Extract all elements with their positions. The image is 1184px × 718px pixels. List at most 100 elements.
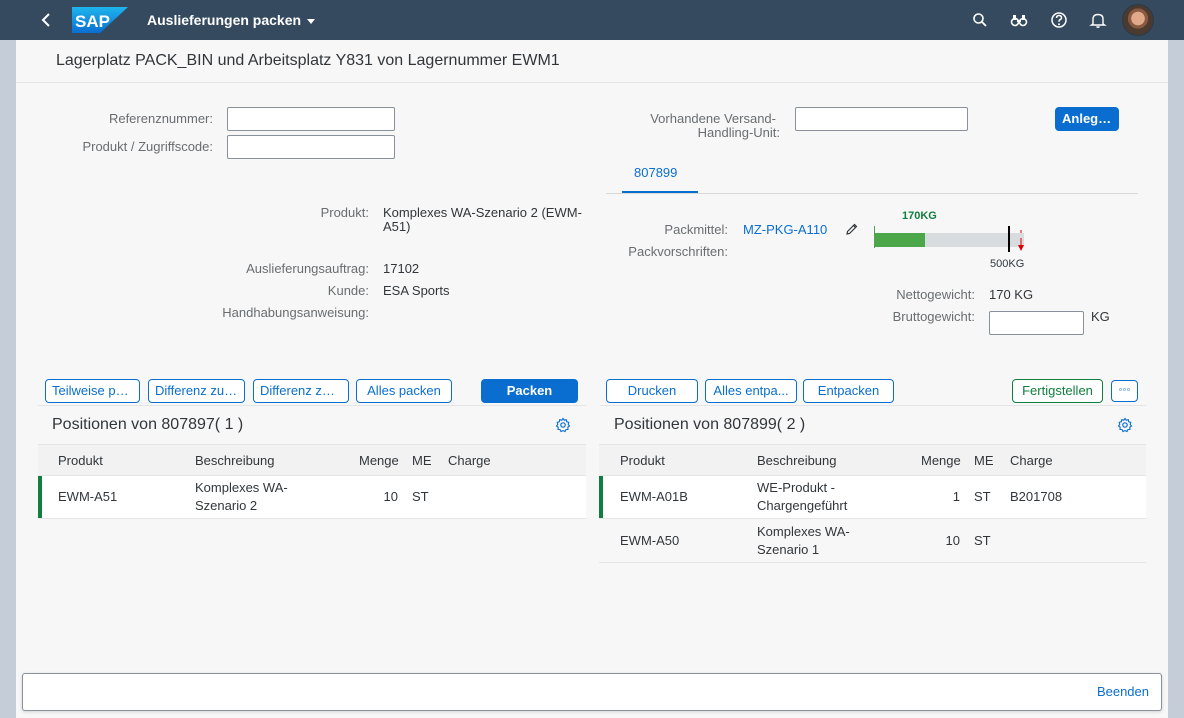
help-icon[interactable] bbox=[1050, 11, 1068, 29]
page-title: Lagerplatz PACK_BIN und Arbeitsplatz Y83… bbox=[56, 52, 560, 69]
cell-description-line1: Komplexes WA- bbox=[757, 524, 850, 539]
gross-weight-label: Bruttogewicht: bbox=[892, 309, 975, 324]
table-row[interactable]: EWM-A01B WE-Produkt - Chargengeführt 1 S… bbox=[599, 476, 1146, 519]
settings-gear-icon[interactable] bbox=[1117, 417, 1133, 433]
complete-button[interactable]: Fertigstellen bbox=[1012, 379, 1103, 403]
reference-number-input[interactable] bbox=[227, 107, 395, 131]
cell-description-line1: WE-Produkt - bbox=[757, 480, 836, 495]
right-table-title: Positionen von 807899( 2 ) bbox=[614, 416, 806, 433]
end-button[interactable]: Beenden bbox=[1097, 684, 1149, 699]
row-highlight bbox=[599, 476, 603, 518]
cell-description-line2: Szenario 1 bbox=[757, 542, 820, 557]
create-button[interactable]: Anlegen bbox=[1055, 107, 1119, 131]
app-title-menu[interactable]: Auslieferungen packen bbox=[147, 12, 316, 28]
difference-button-1[interactable]: Differenz zu ... bbox=[148, 379, 245, 403]
table-header: Produkt Beschreibung Menge ME Charge bbox=[38, 444, 586, 476]
settings-gear-icon[interactable] bbox=[555, 417, 571, 433]
gross-weight-unit: KG bbox=[1091, 309, 1110, 324]
cell-quantity: 10 bbox=[945, 533, 960, 548]
unpack-button[interactable]: Entpacken bbox=[803, 379, 894, 403]
user-avatar[interactable] bbox=[1122, 4, 1154, 36]
more-options-button[interactable]: ◦◦◦ bbox=[1111, 380, 1138, 402]
tab-807899[interactable]: 807899 bbox=[634, 165, 677, 180]
pack-all-button[interactable]: Alles packen bbox=[356, 379, 452, 403]
cell-unit: ST bbox=[974, 489, 991, 504]
handling-instruction-label: Handhabungsanweisung: bbox=[222, 305, 369, 320]
weight-fill bbox=[874, 233, 925, 247]
row-highlight bbox=[38, 476, 42, 518]
product-value-line2: A51) bbox=[383, 219, 411, 234]
customer-value: ESA Sports bbox=[383, 283, 450, 298]
footer-bar: Beenden bbox=[22, 673, 1162, 711]
tab-bar-divider bbox=[606, 193, 1138, 194]
column-header-description[interactable]: Beschreibung bbox=[757, 453, 837, 468]
right-toolbar-divider bbox=[600, 405, 1146, 406]
right-positions-table: Produkt Beschreibung Menge ME Charge EWM… bbox=[599, 444, 1146, 563]
svg-text:SAP: SAP bbox=[75, 12, 110, 31]
pack-button[interactable]: Packen bbox=[481, 379, 578, 403]
left-positions-table: Produkt Beschreibung Menge ME Charge EWM… bbox=[38, 444, 586, 519]
sap-logo[interactable]: SAP bbox=[72, 7, 128, 33]
gross-weight-input[interactable] bbox=[989, 311, 1084, 335]
cell-unit: ST bbox=[974, 533, 991, 548]
column-header-quantity[interactable]: Menge bbox=[359, 453, 399, 468]
left-table-title: Positionen von 807897( 1 ) bbox=[52, 416, 244, 433]
weight-current-label: 170KG bbox=[902, 210, 937, 222]
cell-product: EWM-A50 bbox=[620, 533, 680, 548]
partial-pack-button[interactable]: Teilweise pa... bbox=[45, 379, 140, 403]
arrow-down-icon bbox=[1018, 230, 1024, 251]
binoculars-icon[interactable] bbox=[1010, 11, 1028, 29]
app-title: Auslieferungen packen bbox=[147, 12, 302, 28]
column-header-quantity[interactable]: Menge bbox=[921, 453, 961, 468]
packvorschriften-label: Packvorschriften: bbox=[628, 244, 728, 259]
reference-number-label: Referenznummer: bbox=[108, 111, 213, 126]
packmittel-link[interactable]: MZ-PKG-A110 bbox=[743, 222, 827, 237]
cell-description-line2: Szenario 2 bbox=[195, 498, 258, 513]
cell-quantity: 10 bbox=[383, 489, 398, 504]
column-header-unit[interactable]: ME bbox=[974, 453, 994, 468]
cell-description-line2: Chargengeführt bbox=[757, 498, 848, 513]
back-icon[interactable] bbox=[38, 10, 56, 30]
chevron-down-icon bbox=[307, 18, 316, 24]
packmittel-label: Packmittel: bbox=[664, 222, 728, 237]
search-icon[interactable] bbox=[971, 11, 989, 29]
net-weight-value: 170 KG bbox=[989, 287, 1034, 302]
shipping-hu-label-line1: Vorhandene Versand- bbox=[650, 111, 776, 126]
column-header-batch[interactable]: Charge bbox=[448, 453, 491, 468]
cell-unit: ST bbox=[412, 489, 429, 504]
weight-limit-marker bbox=[1008, 226, 1010, 252]
delivery-order-value: 17102 bbox=[383, 261, 420, 276]
print-button[interactable]: Drucken bbox=[606, 379, 698, 403]
shell-bar: SAP Auslieferungen packen bbox=[0, 0, 1184, 40]
header-divider bbox=[16, 82, 1168, 83]
weight-capacity-bar bbox=[874, 233, 1024, 247]
customer-label: Kunde: bbox=[327, 283, 369, 298]
cell-batch: B201708 bbox=[1010, 489, 1063, 504]
weight-bar-start bbox=[874, 226, 875, 248]
column-header-batch[interactable]: Charge bbox=[1010, 453, 1053, 468]
column-header-unit[interactable]: ME bbox=[412, 453, 432, 468]
product-code-label: Produkt / Zugriffscode: bbox=[82, 139, 213, 154]
cell-description-line1: Komplexes WA- bbox=[195, 480, 288, 495]
edit-pencil-icon[interactable] bbox=[845, 222, 859, 236]
table-row[interactable]: EWM-A50 Komplexes WA- Szenario 1 10 ST bbox=[599, 519, 1146, 563]
unpack-all-button[interactable]: Alles entpa... bbox=[705, 379, 797, 403]
cell-product: EWM-A51 bbox=[58, 489, 118, 504]
shipping-hu-input[interactable] bbox=[795, 107, 968, 131]
product-value-line1: Komplexes WA-Szenario 2 (EWM- bbox=[383, 205, 582, 220]
column-header-product[interactable]: Produkt bbox=[58, 453, 103, 468]
column-header-description[interactable]: Beschreibung bbox=[195, 453, 275, 468]
net-weight-label: Nettogewicht: bbox=[896, 287, 975, 302]
table-header: Produkt Beschreibung Menge ME Charge bbox=[599, 444, 1146, 476]
difference-button-2[interactable]: Differenz zu ... bbox=[253, 379, 349, 403]
cell-quantity: 1 bbox=[952, 489, 960, 504]
table-row[interactable]: EWM-A51 Komplexes WA- Szenario 2 10 ST bbox=[38, 476, 586, 519]
notification-bell-icon[interactable] bbox=[1089, 11, 1107, 29]
left-toolbar-divider bbox=[38, 405, 586, 406]
weight-max-label: 500KG bbox=[990, 258, 1025, 270]
product-code-input[interactable] bbox=[227, 135, 395, 159]
shipping-hu-label-line2: Handling-Unit: bbox=[697, 125, 780, 140]
page-content: Lagerplatz PACK_BIN und Arbeitsplatz Y83… bbox=[16, 40, 1168, 718]
delivery-order-label: Auslieferungsauftrag: bbox=[246, 261, 369, 276]
column-header-product[interactable]: Produkt bbox=[620, 453, 665, 468]
